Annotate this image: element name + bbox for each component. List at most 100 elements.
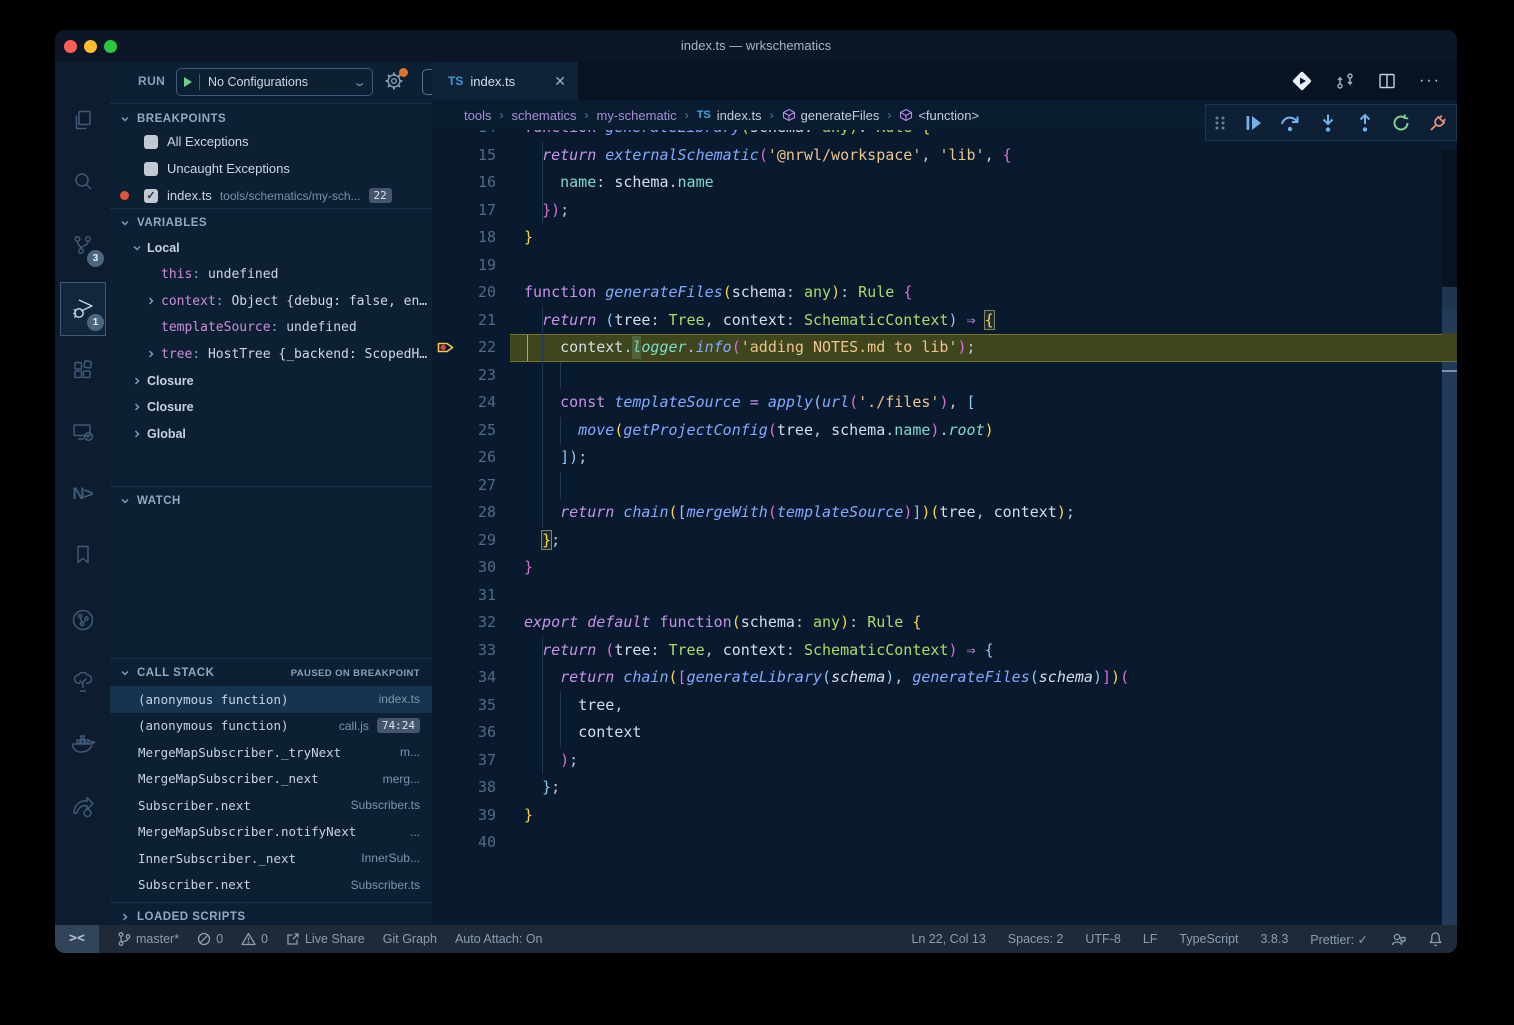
- variable-row[interactable]: Closure: [110, 368, 432, 395]
- sidebar-item-source-control[interactable]: 3: [55, 221, 110, 269]
- code-line[interactable]: 39}: [432, 802, 1457, 830]
- close-tab-icon[interactable]: ✕: [554, 73, 566, 90]
- status-item[interactable]: [1390, 932, 1406, 947]
- status-item-0[interactable]: 0: [241, 932, 268, 946]
- sidebar-item-explorer[interactable]: [55, 96, 110, 144]
- breadcrumb-item[interactable]: my-schematic: [597, 108, 677, 123]
- status-item-ln-22-col-13[interactable]: Ln 22, Col 13: [911, 932, 985, 946]
- start-debug-icon[interactable]: [184, 77, 192, 87]
- status-item-git-graph[interactable]: Git Graph: [383, 932, 437, 946]
- call-stack-frame[interactable]: MergeMapSubscriber._nextmerg...: [110, 766, 432, 793]
- sidebar-item-live-share[interactable]: [55, 783, 110, 831]
- breakpoint-checkbox[interactable]: ✓: [144, 189, 158, 203]
- call-stack-frame[interactable]: (anonymous function)call.js74:24: [110, 713, 432, 740]
- code-line[interactable]: 29 };: [432, 527, 1457, 555]
- step-into-icon[interactable]: [1317, 112, 1339, 134]
- configure-gear-button[interactable]: [383, 70, 405, 92]
- status-item-3-8-3[interactable]: 3.8.3: [1260, 932, 1288, 946]
- status-item-typescript[interactable]: TypeScript: [1179, 932, 1238, 946]
- code-line[interactable]: 40: [432, 829, 1457, 857]
- launch-config-dropdown[interactable]: No Configurations ⌄: [176, 68, 373, 96]
- step-out-icon[interactable]: [1354, 112, 1376, 134]
- disconnect-icon[interactable]: [1427, 112, 1449, 134]
- code-editor[interactable]: 14function generateLibrary(schema: any):…: [432, 62, 1457, 925]
- status-item-utf-8[interactable]: UTF-8: [1085, 932, 1120, 946]
- code-line[interactable]: 27: [432, 472, 1457, 500]
- call-stack-frame[interactable]: Subscriber.nextSubscriber.ts: [110, 872, 432, 899]
- restart-icon[interactable]: [1390, 112, 1412, 134]
- variable-row[interactable]: tree: HostTree {_backend: ScopedH…: [110, 341, 432, 368]
- variable-row[interactable]: templateSource: undefined: [110, 315, 432, 342]
- sidebar-item-test-explorer[interactable]: [55, 658, 110, 706]
- code-line[interactable]: 33 return (tree: Tree, context: Schemati…: [432, 637, 1457, 665]
- toolbar-drag-handle[interactable]: [1213, 113, 1227, 133]
- breadcrumb-item[interactable]: <function>: [899, 108, 979, 123]
- breadcrumb-item[interactable]: tools: [464, 108, 491, 123]
- breadcrumb-item[interactable]: generateFiles: [782, 108, 880, 123]
- code-line[interactable]: 34 return chain([generateLibrary(schema)…: [432, 664, 1457, 692]
- code-line[interactable]: 21 return (tree: Tree, context: Schemati…: [432, 307, 1457, 335]
- call-stack-frame[interactable]: Subscriber.nextSubscriber.ts: [110, 792, 432, 819]
- status-item-prettier[interactable]: Prettier: ✓: [1310, 932, 1368, 947]
- code-line[interactable]: 24 const templateSource = apply(url('./f…: [432, 389, 1457, 417]
- variables-section-header[interactable]: VARIABLES: [110, 210, 432, 236]
- sidebar-item-bookmarks[interactable]: [55, 531, 110, 579]
- watch-section-header[interactable]: WATCH: [110, 488, 432, 514]
- code-line[interactable]: 37 );: [432, 747, 1457, 775]
- status-item-0[interactable]: 0: [197, 932, 223, 946]
- code-line[interactable]: 15 return externalSchematic('@nrwl/works…: [432, 142, 1457, 170]
- run-code-icon[interactable]: [1291, 70, 1313, 92]
- call-stack-frame[interactable]: (anonymous function)index.ts: [110, 686, 432, 713]
- code-line[interactable]: 30}: [432, 554, 1457, 582]
- split-editor-icon[interactable]: [1377, 71, 1397, 91]
- code-line[interactable]: 26 ]);: [432, 444, 1457, 472]
- sidebar-item-nx-console[interactable]: N>: [55, 470, 110, 518]
- sidebar-item-git-graph[interactable]: [55, 596, 110, 644]
- open-changes-icon[interactable]: [1335, 71, 1355, 91]
- code-line[interactable]: 17 });: [432, 197, 1457, 225]
- breakpoint-row[interactable]: ✓index.tstools/schematics/my-sch...22: [110, 182, 432, 209]
- code-line[interactable]: 16 name: schema.name: [432, 169, 1457, 197]
- variable-row[interactable]: this: undefined: [110, 262, 432, 289]
- breadcrumb-item[interactable]: TSindex.ts: [697, 108, 762, 123]
- sidebar-item-run-debug[interactable]: 1: [55, 285, 110, 333]
- status-item-auto-attach-on[interactable]: Auto Attach: On: [455, 932, 543, 946]
- paused-breakpoint-icon[interactable]: [437, 340, 454, 355]
- sidebar-item-extensions[interactable]: [55, 346, 110, 394]
- step-over-icon[interactable]: [1278, 112, 1302, 134]
- code-line[interactable]: 38 };: [432, 774, 1457, 802]
- code-line[interactable]: 19: [432, 252, 1457, 280]
- code-line[interactable]: 36 context: [432, 719, 1457, 747]
- call-stack-frame[interactable]: MergeMapSubscriber.notifyNext...: [110, 819, 432, 846]
- status-item-spaces-2[interactable]: Spaces: 2: [1008, 932, 1064, 946]
- code-line[interactable]: 31: [432, 582, 1457, 610]
- status-item-live-share[interactable]: Live Share: [286, 932, 365, 946]
- call-stack-frame[interactable]: InnerSubscriber._nextInnerSub...: [110, 845, 432, 872]
- code-line[interactable]: 22 context.logger.info('adding NOTES.md …: [432, 334, 1457, 362]
- tab-index-ts[interactable]: TS index.ts ✕: [432, 62, 578, 100]
- code-line[interactable]: 28 return chain([mergeWith(templateSourc…: [432, 499, 1457, 527]
- sidebar-item-docker[interactable]: [55, 721, 110, 769]
- code-line[interactable]: 35 tree,: [432, 692, 1457, 720]
- call-stack-section-header[interactable]: CALL STACK PAUSED ON BREAKPOINT: [110, 660, 432, 686]
- breakpoint-checkbox[interactable]: [144, 135, 158, 149]
- editor-scrollbar[interactable]: [1442, 130, 1457, 925]
- variable-row[interactable]: context: Object {debug: false, en…: [110, 288, 432, 315]
- status-item-master[interactable]: master*: [117, 931, 179, 947]
- code-line[interactable]: 32export default function(schema: any): …: [432, 609, 1457, 637]
- code-line[interactable]: 23: [432, 362, 1457, 390]
- breadcrumb-item[interactable]: schematics: [511, 108, 576, 123]
- variable-row[interactable]: Closure: [110, 394, 432, 421]
- variable-row[interactable]: Local: [110, 235, 432, 262]
- breakpoint-checkbox[interactable]: [144, 162, 158, 176]
- call-stack-frame[interactable]: MergeMapSubscriber._tryNextm...: [110, 739, 432, 766]
- continue-icon[interactable]: [1242, 112, 1264, 134]
- breakpoint-row[interactable]: All Exceptions: [110, 128, 432, 155]
- status-item-lf[interactable]: LF: [1143, 932, 1158, 946]
- code-line[interactable]: 25 move(getProjectConfig(tree, schema.na…: [432, 417, 1457, 445]
- sidebar-item-search[interactable]: [55, 158, 110, 206]
- code-line[interactable]: 18}: [432, 224, 1457, 252]
- remote-indicator[interactable]: ><: [55, 925, 99, 953]
- breakpoint-row[interactable]: Uncaught Exceptions: [110, 155, 432, 182]
- variable-row[interactable]: Global: [110, 421, 432, 448]
